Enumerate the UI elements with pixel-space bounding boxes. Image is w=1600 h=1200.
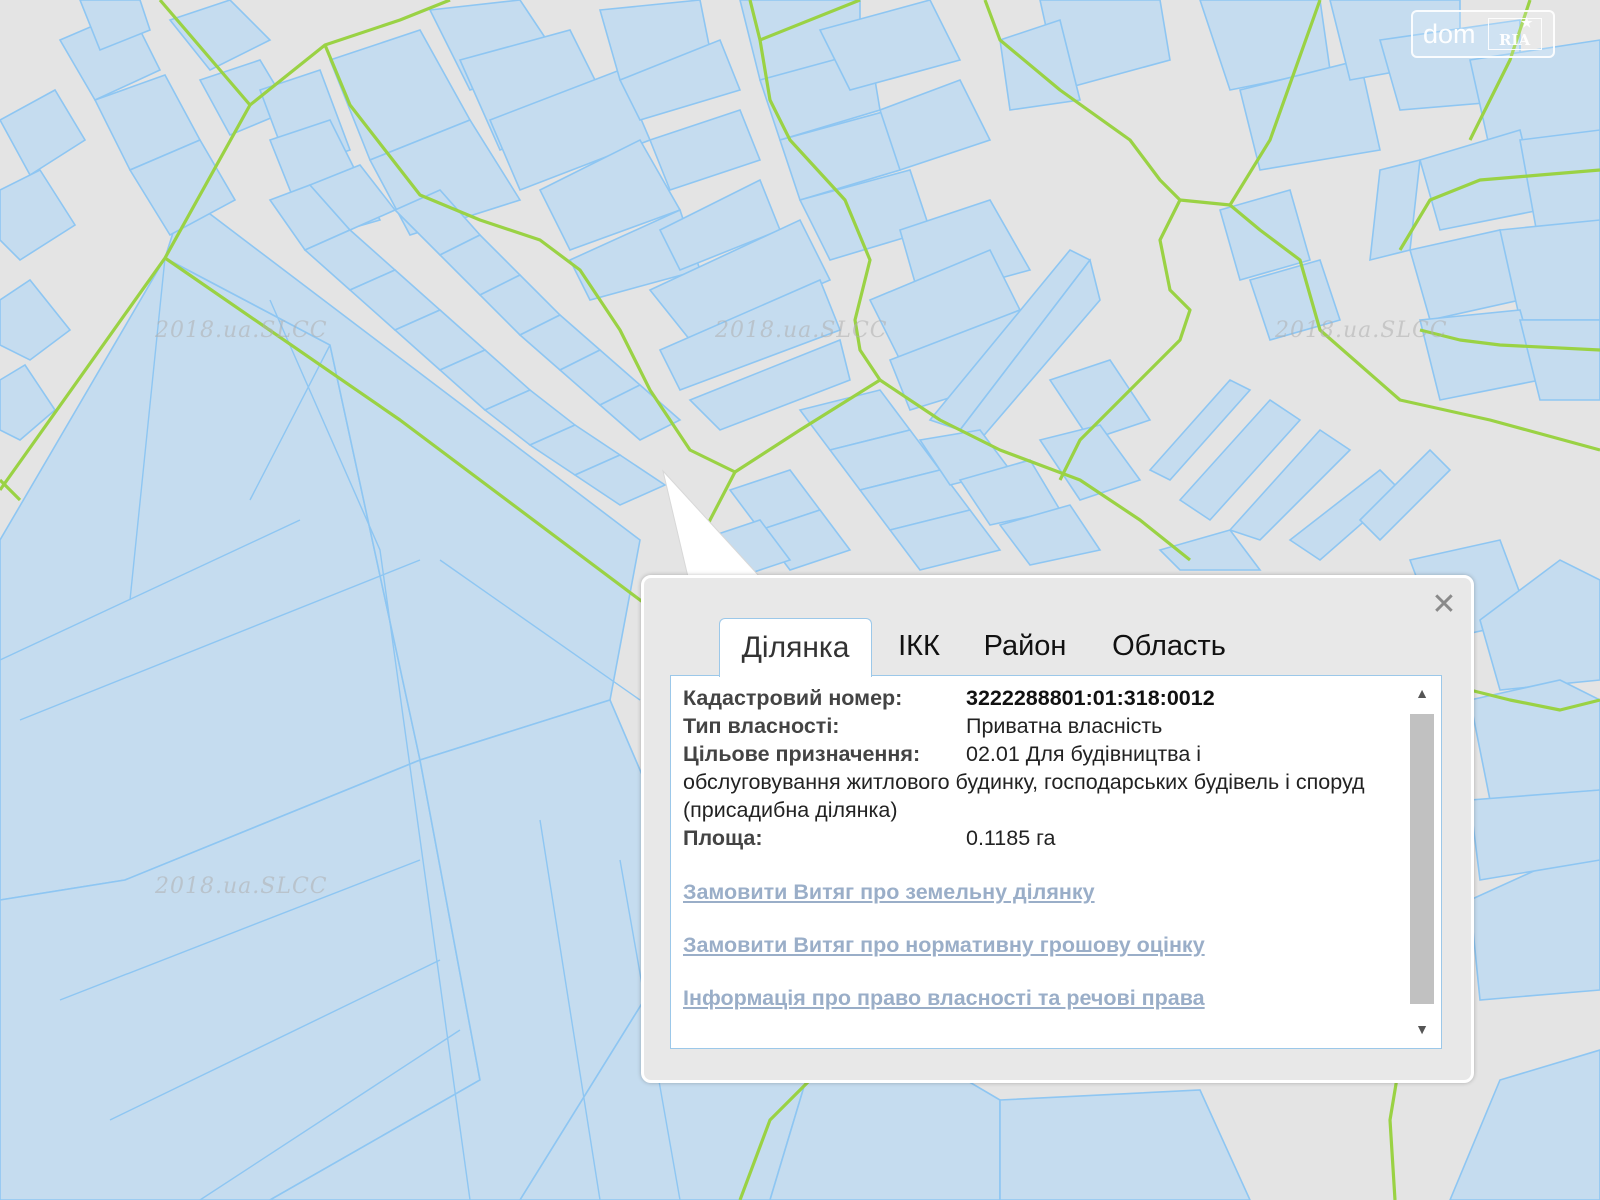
tab-panel: Кадастровий номер: 3222288801:01:318:001… xyxy=(670,675,1442,1049)
ownership-row: Тип власності: Приватна власність xyxy=(683,712,1388,740)
map-watermark: 2018.ua.SLCC xyxy=(715,318,888,343)
star-icon: ★ xyxy=(1520,16,1533,31)
tab-ikk[interactable]: ІКК xyxy=(879,618,959,675)
scrollbar[interactable]: ▲ ▼ xyxy=(1407,680,1437,1042)
map-watermark: 2018.ua.SLCC xyxy=(1275,318,1448,343)
logo-dom-text: dom xyxy=(1423,18,1476,49)
ownership-rights-info-link[interactable]: Інформація про право власності та речові… xyxy=(683,984,1388,1012)
area-value: 0.1185 га xyxy=(966,826,1056,850)
scroll-up-icon[interactable]: ▲ xyxy=(1407,680,1437,706)
purpose-value: 02.01 Для будівництва і xyxy=(966,742,1202,766)
map-watermark: 2018.ua.SLCC xyxy=(155,318,328,343)
parcel-info-popup: ✕ Ділянка ІКК Район Область Кадастровий … xyxy=(641,575,1474,1083)
ownership-label: Тип власності: xyxy=(683,714,840,738)
parcel-details: Кадастровий номер: 3222288801:01:318:001… xyxy=(683,684,1388,1012)
tab-parcel[interactable]: Ділянка xyxy=(719,618,872,677)
cadastral-label: Кадастровий номер: xyxy=(683,686,903,710)
close-icon[interactable]: ✕ xyxy=(1431,590,1457,620)
order-valuation-extract-link[interactable]: Замовити Витяг про нормативну грошову оц… xyxy=(683,931,1388,959)
tab-region[interactable]: Область xyxy=(1094,618,1244,675)
tab-district[interactable]: Район xyxy=(970,618,1080,675)
area-label: Площа: xyxy=(683,826,763,850)
area-row: Площа: 0.1185 га xyxy=(683,824,1388,852)
scrollbar-thumb[interactable] xyxy=(1410,714,1434,1004)
domria-logo: dom ★ RIA xyxy=(1411,10,1555,58)
ownership-value: Приватна власність xyxy=(966,714,1163,738)
order-parcel-extract-link[interactable]: Замовити Витяг про земельну ділянку xyxy=(683,878,1388,906)
cadastral-row: Кадастровий номер: 3222288801:01:318:001… xyxy=(683,684,1388,712)
cadastral-number: 3222288801:01:318:0012 xyxy=(966,686,1215,710)
logo-ria-text: RIA xyxy=(1498,31,1531,49)
purpose-row: Цільове призначення: 02.01 Для будівницт… xyxy=(683,740,1388,768)
purpose-value-continued: обслуговування житлового будинку, господ… xyxy=(683,770,1365,822)
logo-ria-mark: ★ RIA xyxy=(1487,16,1542,50)
map-watermark: 2018.ua.SLCC xyxy=(155,874,328,899)
scroll-down-icon[interactable]: ▼ xyxy=(1407,1016,1437,1042)
purpose-label: Цільове призначення: xyxy=(683,742,921,766)
